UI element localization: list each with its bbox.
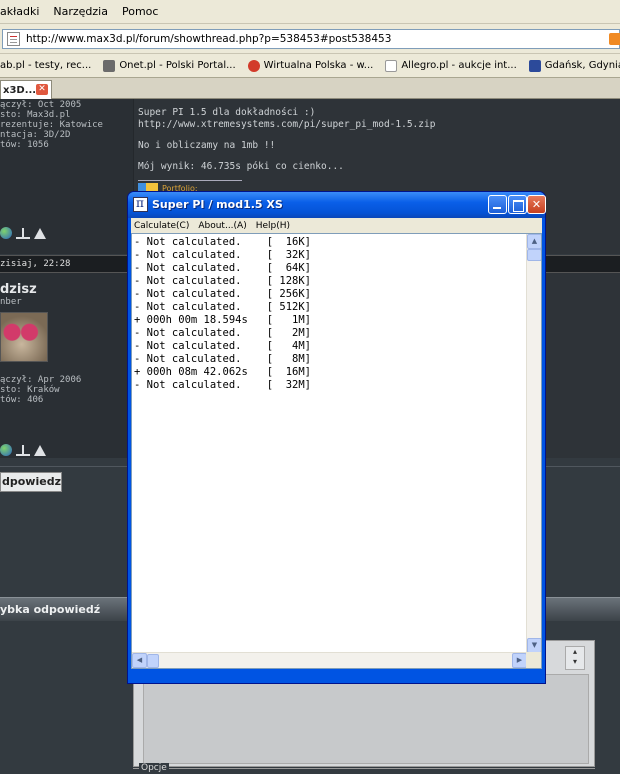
scroll-left-button[interactable]: ◀ xyxy=(132,653,147,668)
options-fieldset: Opcje xyxy=(133,763,595,774)
allegro-icon xyxy=(385,59,398,72)
bookmarks-toolbar: ab.pl - testy, rec... Onet.pl - Polski P… xyxy=(0,54,620,78)
tab-close-icon[interactable]: ✕ xyxy=(36,84,48,95)
post2-rank: nber xyxy=(0,297,22,307)
scroll-corner xyxy=(526,652,541,668)
window-titlebar[interactable]: Super PI / mod1.5 XS ✕ xyxy=(128,192,546,218)
result-row: + 000h 08m 42.062s [ 16M] xyxy=(134,366,312,378)
warning-icon[interactable] xyxy=(34,227,46,239)
scroll-down-button[interactable]: ▼ xyxy=(527,638,541,653)
result-row: + 000h 00m 18.594s [ 1M] xyxy=(134,314,312,326)
bookmark-item[interactable]: ab.pl - testy, rec... xyxy=(0,60,91,71)
scales-icon[interactable] xyxy=(16,227,30,239)
menu-bookmarks[interactable]: akładki xyxy=(0,5,39,18)
bookmark-item[interactable]: Gdańsk, Gdynia, Sop... xyxy=(528,59,620,72)
post2-userinfo: ączył: Apr 2006 sto: Kraków tów: 406 xyxy=(0,375,82,405)
avatar xyxy=(0,312,48,362)
reply-button[interactable]: dpowiedz xyxy=(0,472,62,492)
menu-help[interactable]: Pomoc xyxy=(122,5,158,18)
post1-profile-icons xyxy=(0,227,46,239)
portfolio-icon xyxy=(138,183,158,191)
page-icon xyxy=(7,32,20,46)
scales-icon[interactable] xyxy=(16,444,30,456)
post1-text-line: Mój wynik: 46.735s póki co cienko... xyxy=(138,161,344,172)
pi-app-icon[interactable] xyxy=(133,196,148,212)
tab-active[interactable]: x3D.... ✕ xyxy=(0,80,52,99)
font-size-stepper[interactable]: ▴ ▾ xyxy=(565,646,585,670)
window-menubar: Calculate(C) About...(A) Help(H) xyxy=(131,218,542,233)
result-row: - Not calculated. [ 32M] xyxy=(134,379,312,391)
options-label: Opcje xyxy=(139,763,169,773)
map-icon xyxy=(528,59,541,72)
quick-reply-title: ybka odpowiedź xyxy=(0,603,101,616)
result-row: - Not calculated. [ 8M] xyxy=(134,353,312,365)
post2-username[interactable]: dzisz xyxy=(0,282,37,297)
rss-icon[interactable] xyxy=(609,33,620,45)
menu-help[interactable]: Help(H) xyxy=(256,221,290,231)
scroll-thumb[interactable] xyxy=(527,249,541,261)
result-row: - Not calculated. [ 128K] xyxy=(134,275,312,287)
superpi-window: Super PI / mod1.5 XS ✕ Calculate(C) Abou… xyxy=(127,191,546,684)
horizontal-scrollbar[interactable]: ◀ ▶ xyxy=(132,652,527,668)
result-row: - Not calculated. [ 256K] xyxy=(134,288,312,300)
address-text: http://www.max3d.pl/forum/showthread.php… xyxy=(26,33,392,45)
result-row: - Not calculated. [ 16K] xyxy=(134,236,312,248)
tab-bar: x3D.... ✕ xyxy=(0,78,620,99)
scroll-up-button[interactable]: ▲ xyxy=(527,234,541,249)
minimize-button[interactable] xyxy=(488,195,507,214)
result-row: - Not calculated. [ 2M] xyxy=(134,327,312,339)
post1-link[interactable]: http://www.xtremesystems.com/pi/super_pi… xyxy=(138,119,435,131)
quick-reply-textarea[interactable] xyxy=(143,674,589,764)
vertical-scrollbar[interactable]: ▲ ▼ xyxy=(526,234,541,653)
post1-userinfo: ączył: Oct 2005 sto: Max3d.pl rezentuje:… xyxy=(0,100,103,150)
result-row: - Not calculated. [ 64K] xyxy=(134,262,312,274)
menu-calculate[interactable]: Calculate(C) xyxy=(134,221,189,231)
address-input[interactable]: http://www.max3d.pl/forum/showthread.php… xyxy=(2,29,620,49)
wp-icon xyxy=(247,59,260,72)
post-date: zisiaj, 22:28 xyxy=(0,259,71,269)
window-title: Super PI / mod1.5 XS xyxy=(152,198,283,211)
onet-icon xyxy=(103,59,116,72)
warning-icon[interactable] xyxy=(34,444,46,456)
result-row: - Not calculated. [ 4M] xyxy=(134,340,312,352)
result-row: - Not calculated. [ 32K] xyxy=(134,249,312,261)
post2-profile-icons xyxy=(0,444,46,456)
close-button[interactable]: ✕ xyxy=(527,195,546,214)
hscroll-thumb[interactable] xyxy=(147,654,159,668)
globe-icon[interactable] xyxy=(0,444,12,456)
results-list[interactable]: - Not calculated. [ 16K] - Not calculate… xyxy=(131,233,542,669)
menu-about[interactable]: About...(A) xyxy=(198,221,246,231)
portfolio-signature: Portfolio: xyxy=(138,180,242,193)
globe-icon[interactable] xyxy=(0,227,12,239)
bookmark-item[interactable]: Onet.pl - Polski Portal... xyxy=(103,59,236,72)
scroll-right-button[interactable]: ▶ xyxy=(512,653,527,668)
post1-text-line: No i obliczamy na 1mb !! xyxy=(138,140,276,151)
menu-tools[interactable]: Narzędzia xyxy=(53,5,108,18)
post1-text-line: Super PI 1.5 dla dokładności :) xyxy=(138,107,316,118)
bookmark-item[interactable]: Allegro.pl - aukcje int... xyxy=(385,59,517,72)
bookmark-item[interactable]: Wirtualna Polska - w... xyxy=(247,59,373,72)
address-toolbar: http://www.max3d.pl/forum/showthread.php… xyxy=(0,24,620,54)
result-row: - Not calculated. [ 512K] xyxy=(134,301,312,313)
maximize-button[interactable] xyxy=(508,195,527,214)
browser-menubar: akładki Narzędzia Pomoc xyxy=(0,0,620,24)
